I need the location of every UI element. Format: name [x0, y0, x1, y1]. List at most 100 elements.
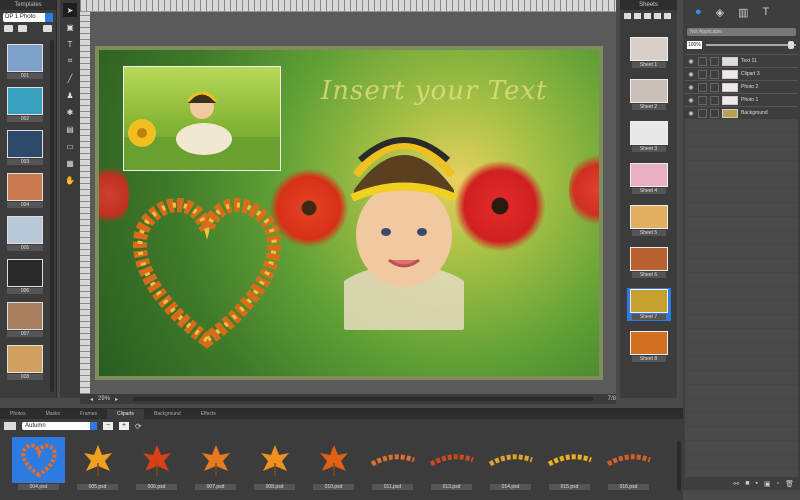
- duplicate-layer-icon[interactable]: ▣: [764, 480, 771, 488]
- delete-sheet-icon[interactable]: [664, 13, 671, 19]
- assets-scrollbar[interactable]: [677, 441, 681, 491]
- sheet-thumbnail[interactable]: Sheet 4: [627, 162, 671, 195]
- clipart-item[interactable]: 006.psd: [130, 437, 183, 490]
- link-checkbox[interactable]: [710, 82, 719, 92]
- sheet-thumbnail[interactable]: Sheet 1: [627, 36, 671, 69]
- eye-icon[interactable]: ◉: [687, 71, 695, 78]
- select-arrow-icon[interactable]: ➤: [63, 3, 77, 17]
- text-tool-icon[interactable]: T: [63, 37, 77, 51]
- clipart-item[interactable]: 014.psd: [484, 437, 537, 490]
- hand-icon[interactable]: ✋: [63, 173, 77, 187]
- lock-checkbox[interactable]: [698, 95, 707, 105]
- template-thumbnail[interactable]: 003: [5, 130, 45, 165]
- template-dropdown[interactable]: DP 1 Photo: [3, 13, 53, 22]
- lock-checkbox[interactable]: [698, 82, 707, 92]
- zoom-level[interactable]: 29%: [98, 396, 110, 402]
- opacity-slider[interactable]: [706, 41, 796, 49]
- folder-icon[interactable]: [18, 25, 27, 32]
- layers-icon[interactable]: ▤: [63, 122, 77, 136]
- layer-row[interactable]: ◉ Text 11: [685, 54, 798, 67]
- design-page[interactable]: Insert your Text: [95, 46, 603, 380]
- add-sheet-icon[interactable]: [624, 13, 631, 19]
- clipart-item[interactable]: 005.psd: [71, 437, 124, 490]
- clipart-item[interactable]: 011.psd: [366, 437, 419, 490]
- template-thumbnail[interactable]: 002: [5, 87, 45, 122]
- template-thumbnail[interactable]: 004: [5, 173, 45, 208]
- assets-tab[interactable]: Effects: [191, 409, 226, 419]
- blend-mode-dropdown[interactable]: Not Applicable: [687, 28, 796, 36]
- new-layer-icon[interactable]: ■: [745, 480, 749, 488]
- zoom-out-icon[interactable]: ◂: [90, 396, 93, 403]
- trash-icon[interactable]: 🗑: [785, 480, 794, 488]
- eye-icon[interactable]: ◉: [687, 110, 695, 117]
- text-overlay[interactable]: Insert your Text: [321, 76, 548, 106]
- assets-tab[interactable]: Frames: [70, 409, 107, 419]
- assets-tab[interactable]: Cliparts: [106, 409, 144, 419]
- assets-tab[interactable]: Photos: [0, 409, 36, 419]
- opacity-field[interactable]: 100%: [687, 41, 702, 49]
- merge-icon[interactable]: ▫: [777, 480, 779, 488]
- sheet-thumbnail[interactable]: Sheet 2: [627, 78, 671, 111]
- clipart-item[interactable]: 010.psd: [307, 437, 360, 490]
- heart-clipart[interactable]: [129, 190, 285, 350]
- gear-icon[interactable]: ✱: [63, 105, 77, 119]
- sheet-thumbnail[interactable]: Sheet 6: [627, 246, 671, 279]
- clipart-item[interactable]: 004.psd: [12, 437, 65, 490]
- horizontal-scrollbar[interactable]: [133, 397, 593, 401]
- lock-checkbox[interactable]: [698, 69, 707, 79]
- zoom-in-icon[interactable]: ▸: [115, 396, 118, 403]
- paste-sheet-icon[interactable]: [654, 13, 661, 19]
- layers-tab-icon[interactable]: ●: [695, 6, 702, 18]
- templates-scrollbar[interactable]: [50, 40, 54, 392]
- clipart-item[interactable]: 013.psd: [425, 437, 478, 490]
- copy-sheet-icon[interactable]: [644, 13, 651, 19]
- link-icon[interactable]: ⚯: [733, 480, 739, 488]
- layer-row[interactable]: ◉ Photo 1: [685, 93, 798, 106]
- template-thumbnail[interactable]: 007: [5, 302, 45, 337]
- link-checkbox[interactable]: [710, 108, 719, 118]
- template-thumbnail[interactable]: 008: [5, 345, 45, 380]
- background-photo[interactable]: Insert your Text: [99, 50, 599, 376]
- image-icon[interactable]: [4, 422, 16, 430]
- assets-tab[interactable]: Masks: [36, 409, 70, 419]
- lock-checkbox[interactable]: [698, 56, 707, 66]
- clipart-item[interactable]: 008.psd: [248, 437, 301, 490]
- eye-icon[interactable]: ◉: [687, 84, 695, 91]
- clipart-item[interactable]: 016.psd: [602, 437, 655, 490]
- duplicate-sheet-icon[interactable]: [634, 13, 641, 19]
- stamp-icon[interactable]: ♟: [63, 88, 77, 102]
- sheet-thumbnail[interactable]: Sheet 7: [626, 288, 671, 321]
- sheet-thumbnail[interactable]: Sheet 5: [627, 204, 671, 237]
- marquee-icon[interactable]: ▣: [63, 20, 77, 34]
- category-dropdown[interactable]: Autumn: [22, 422, 97, 430]
- text-properties-icon[interactable]: T: [763, 6, 770, 18]
- canvas-area[interactable]: Insert your Text: [90, 12, 616, 394]
- template-thumbnail[interactable]: 001: [5, 44, 45, 79]
- layer-row[interactable]: ◉ Photo 2: [685, 80, 798, 93]
- link-checkbox[interactable]: [710, 95, 719, 105]
- 3d-cube-icon[interactable]: ◈: [716, 6, 724, 19]
- eye-icon[interactable]: ◉: [687, 97, 695, 104]
- inset-photo[interactable]: [123, 66, 281, 171]
- adjustments-icon[interactable]: ▥: [738, 6, 748, 19]
- grid-icon[interactable]: ▦: [63, 156, 77, 170]
- group-icon[interactable]: ▪: [756, 480, 758, 488]
- crop-icon[interactable]: ⌗: [63, 54, 77, 68]
- sheet-thumbnail[interactable]: Sheet 8: [627, 330, 671, 363]
- add-template-icon[interactable]: [4, 25, 13, 32]
- frame-icon[interactable]: ▭: [63, 139, 77, 153]
- assets-tab[interactable]: Background: [144, 409, 191, 419]
- brush-icon[interactable]: ╱: [63, 71, 77, 85]
- sheet-thumbnail[interactable]: Sheet 3: [627, 120, 671, 153]
- eye-icon[interactable]: ◉: [687, 58, 695, 65]
- layer-row[interactable]: ◉ Clipart 3: [685, 67, 798, 80]
- refresh-icon[interactable]: ⟳: [135, 422, 142, 431]
- template-thumbnail[interactable]: 006: [5, 259, 45, 294]
- clipart-item[interactable]: 007.psd: [189, 437, 242, 490]
- download-icon[interactable]: [43, 25, 52, 32]
- link-checkbox[interactable]: [710, 56, 719, 66]
- add-button[interactable]: +: [119, 422, 129, 430]
- layer-row[interactable]: ◉ Background: [685, 106, 798, 119]
- template-thumbnail[interactable]: 005: [5, 216, 45, 251]
- clipart-item[interactable]: 015.psd: [543, 437, 596, 490]
